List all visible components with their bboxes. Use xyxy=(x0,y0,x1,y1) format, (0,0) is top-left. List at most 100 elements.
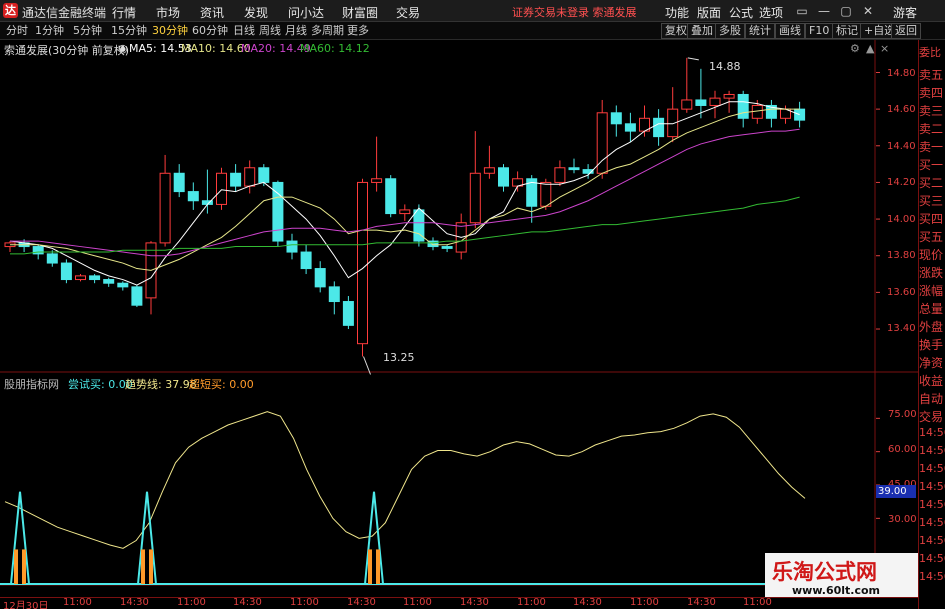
ma-line-ma10 xyxy=(10,108,800,271)
statistics-button[interactable]: 统计 xyxy=(745,23,775,39)
chart-canvas[interactable] xyxy=(0,40,918,597)
menu-trade[interactable]: 交易 xyxy=(396,4,420,21)
tab-60min[interactable]: 60分钟 xyxy=(192,23,228,39)
rp-item[interactable]: 收益 xyxy=(919,372,945,389)
candle-body xyxy=(173,172,185,193)
rp-item[interactable]: 买四 xyxy=(919,210,945,227)
rp-item[interactable]: 卖五 xyxy=(919,66,945,83)
tab-monthly[interactable]: 月线 xyxy=(285,23,307,39)
expand-icon[interactable]: ▲ xyxy=(866,42,874,55)
watermark-title: 乐淘公式网 xyxy=(772,560,877,584)
candle-body xyxy=(328,286,340,303)
settings-icon[interactable]: ⚙ xyxy=(850,42,860,55)
tab-weekly[interactable]: 周线 xyxy=(259,23,281,39)
f10-button[interactable]: F10 xyxy=(805,23,834,39)
tab-intraday[interactable]: 分时 xyxy=(6,23,28,39)
restore-window-icon[interactable]: ▭ xyxy=(791,2,813,20)
rp-item[interactable]: 外盘 xyxy=(919,318,945,335)
candle-body xyxy=(60,262,72,281)
mark-button[interactable]: 标记 xyxy=(832,23,862,39)
rp-time: 14:56 xyxy=(919,552,945,565)
rp-item[interactable]: 净资 xyxy=(919,354,945,371)
rp-item[interactable]: 涨跌 xyxy=(919,264,945,281)
draw-line-button[interactable]: 画线 xyxy=(775,23,805,39)
indicator-name[interactable]: 股朋指标网 xyxy=(4,376,59,392)
candle-body xyxy=(483,167,495,174)
rp-item[interactable]: 卖一 xyxy=(919,138,945,155)
menu-functions[interactable]: 功能 xyxy=(665,4,689,21)
menu-formula[interactable]: 公式 xyxy=(729,4,753,21)
rp-item[interactable]: 买二 xyxy=(919,174,945,191)
menu-market[interactable]: 市场 xyxy=(156,4,180,21)
rp-item[interactable]: 交易 xyxy=(919,408,945,425)
rp-time: 14:56 xyxy=(919,426,945,439)
rp-item[interactable]: 卖二 xyxy=(919,120,945,137)
rp-item[interactable]: 涨幅 xyxy=(919,282,945,299)
date-label: 14:30 xyxy=(233,597,262,608)
menu-layout[interactable]: 版面 xyxy=(697,4,721,21)
indicator-tick: 30.00 xyxy=(888,514,917,525)
candle-body xyxy=(385,178,397,215)
tab-30min[interactable]: 30分钟 xyxy=(152,23,188,39)
tab-daily[interactable]: 日线 xyxy=(233,23,255,39)
app-logo-icon: 达 xyxy=(3,3,18,18)
app-name: 通达信金融终端 xyxy=(22,6,107,20)
overlay-button[interactable]: 叠加 xyxy=(687,23,717,39)
rp-item[interactable]: 买五 xyxy=(919,228,945,245)
menu-wealth-circle[interactable]: 财富圈 xyxy=(342,4,378,21)
menu-options[interactable]: 选项 xyxy=(759,4,783,21)
candle-body xyxy=(653,117,665,138)
rp-item[interactable]: 卖四 xyxy=(919,84,945,101)
candle-body xyxy=(159,172,171,244)
tab-multi-period[interactable]: 多周期 xyxy=(311,23,344,39)
rp-item[interactable]: 卖三 xyxy=(919,102,945,119)
candle-body xyxy=(681,99,693,110)
candle-body xyxy=(244,167,256,187)
eye-icon[interactable]: ◉ xyxy=(118,42,128,55)
rp-item[interactable]: 买三 xyxy=(919,192,945,209)
minimize-icon[interactable]: — xyxy=(813,2,835,20)
maximize-icon[interactable]: ▢ xyxy=(835,2,857,20)
menu-market-quotes[interactable]: 行情 xyxy=(112,4,136,21)
watermark-url: www.60lt.com xyxy=(792,584,881,597)
rp-item[interactable]: 自动 xyxy=(919,390,945,407)
guest-account[interactable]: 游客 xyxy=(893,4,917,21)
back-button[interactable]: 返回 xyxy=(891,23,921,39)
menu-discover[interactable]: 发现 xyxy=(244,4,268,21)
candle-body xyxy=(399,209,411,215)
multi-stock-button[interactable]: 多股 xyxy=(715,23,745,39)
login-notice[interactable]: 证券交易未登录 索通发展 xyxy=(512,4,637,20)
candle-body xyxy=(131,286,143,306)
rp-item[interactable]: 委比 xyxy=(919,44,945,60)
indicator-series xyxy=(0,411,880,585)
stock-name-label[interactable]: 索通发展(30分钟 前复权) xyxy=(4,42,129,58)
tab-15min[interactable]: 15分钟 xyxy=(111,23,147,39)
rp-time: 14:56 xyxy=(919,480,945,493)
rp-item[interactable]: 换手 xyxy=(919,336,945,353)
candle-body xyxy=(286,240,298,253)
rp-item[interactable]: 总量 xyxy=(919,300,945,317)
tab-more[interactable]: 更多 xyxy=(347,23,369,39)
candle-body xyxy=(610,112,622,125)
price-tick: 14.40 xyxy=(887,141,916,152)
date-label: 11:00 xyxy=(517,597,546,608)
rp-item[interactable]: 买一 xyxy=(919,156,945,173)
low-price-label: 13.25 xyxy=(383,351,415,364)
tab-5min[interactable]: 5分钟 xyxy=(73,23,102,39)
candle-body xyxy=(314,268,326,288)
close-panel-icon[interactable]: × xyxy=(880,42,889,55)
menu-news[interactable]: 资讯 xyxy=(200,4,224,21)
super-buy-bar-gap xyxy=(372,549,376,584)
rp-item[interactable]: 现价 xyxy=(919,246,945,263)
date-label: 14:30 xyxy=(460,597,489,608)
menu-ask-xiaoda[interactable]: 问小达 xyxy=(288,4,324,21)
date-label: 12月30日 xyxy=(3,601,49,609)
tab-1min[interactable]: 1分钟 xyxy=(35,23,64,39)
price-tick: 14.20 xyxy=(887,177,916,188)
candle-body xyxy=(75,275,86,281)
trend-line xyxy=(4,411,806,549)
close-icon[interactable]: ✕ xyxy=(857,2,879,20)
ma-line-ma5 xyxy=(9,101,800,286)
candle-body xyxy=(89,275,101,281)
date-label: 14:30 xyxy=(120,597,149,608)
